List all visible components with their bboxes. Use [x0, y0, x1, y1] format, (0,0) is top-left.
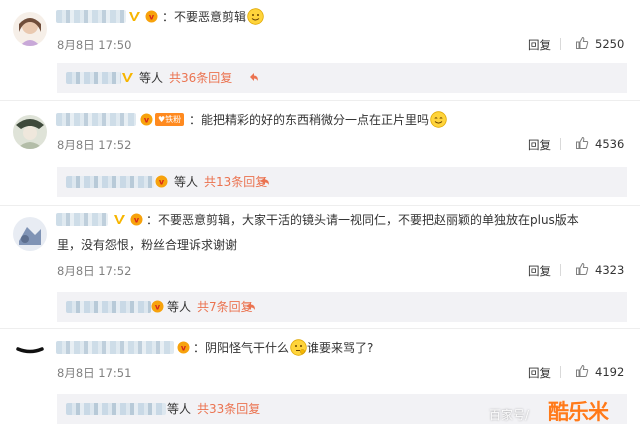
comment-text: ：不要恶意剪辑，大家干活的镜头请一视同仁，不要把赵丽颖的单独放在plus版本 [146, 213, 579, 227]
comment-time: 8月8日 17:51 [57, 366, 132, 380]
thread-suffix: 等人 [167, 402, 192, 416]
reply-arrow-icon [249, 72, 259, 83]
reply-thread-summary[interactable]: v 等人 共13条回复 [57, 167, 627, 197]
like-count: 4536 [595, 137, 625, 151]
divider [560, 264, 561, 276]
avatar[interactable] [13, 334, 47, 368]
svg-text:v: v [149, 13, 155, 22]
username-redacted[interactable] [56, 341, 174, 354]
vip-v-icon [121, 71, 134, 84]
brand-logo-watermark: 酷乐米 [548, 400, 609, 424]
avatar[interactable] [13, 217, 47, 251]
like-count: 4192 [595, 365, 625, 379]
vip-v-icon [113, 213, 126, 226]
member-badge-icon: v [177, 341, 190, 354]
member-badge-icon: v [140, 113, 153, 126]
thread-total-link[interactable]: 共33条回复 [197, 400, 260, 417]
member-badge-icon: v [145, 10, 158, 23]
comment-time: 8月8日 17:52 [57, 264, 132, 278]
comment-divider [0, 205, 640, 206]
reply-thread-summary[interactable]: v 等人 共7条回复 [57, 292, 627, 322]
svg-text:v: v [181, 344, 187, 353]
username-redacted[interactable] [56, 113, 136, 126]
reply-arrow-icon [260, 176, 270, 187]
smile-emoji-icon [430, 111, 447, 128]
avatar[interactable] [13, 12, 47, 46]
reply-button[interactable]: 回复 [528, 137, 551, 153]
reply-button[interactable]: 回复 [528, 365, 551, 381]
thumbs-up-icon[interactable] [575, 364, 589, 378]
thumbs-up-icon[interactable] [575, 136, 589, 150]
member-badge-icon: v [155, 175, 168, 188]
fan-badge: ♥铁粉 [155, 113, 185, 126]
comment-divider [0, 328, 640, 329]
thread-suffix: 等人 [174, 175, 199, 189]
username-redacted[interactable] [56, 10, 126, 23]
divider [560, 38, 561, 50]
svg-text:v: v [155, 303, 161, 312]
member-badge-icon: v [151, 300, 164, 313]
divider [560, 366, 561, 378]
thumbs-up-icon[interactable] [575, 262, 589, 276]
smile-emoji-icon [247, 8, 264, 25]
divider [560, 138, 561, 150]
comment-divider [0, 100, 640, 101]
thread-total-link[interactable]: 共7条回复 [197, 298, 253, 315]
replier-username-redacted [66, 176, 154, 188]
source-watermark: 百家号/ [489, 408, 530, 422]
reply-button[interactable]: 回复 [528, 37, 551, 53]
thinking-emoji-icon [290, 339, 307, 356]
reply-button[interactable]: 回复 [528, 263, 551, 279]
replier-username-redacted [66, 403, 166, 415]
replier-username-redacted [66, 301, 151, 313]
replier-username-redacted [66, 72, 121, 84]
avatar[interactable] [13, 115, 47, 149]
svg-text:v: v [144, 116, 150, 125]
comment-time: 8月8日 17:52 [57, 138, 132, 152]
comment-time: 8月8日 17:50 [57, 38, 132, 52]
member-badge-icon: v [130, 213, 143, 226]
svg-text:v: v [159, 178, 165, 187]
reply-thread-summary[interactable]: 等人 共33条回复 [57, 394, 627, 424]
like-count: 5250 [595, 37, 625, 51]
thread-total-link[interactable]: 共13条回复 [204, 173, 267, 190]
like-count: 4323 [595, 263, 625, 277]
vip-v-icon [128, 10, 141, 23]
thread-total-link[interactable]: 共36条回复 [169, 69, 232, 86]
thread-suffix: 等人 [139, 71, 164, 85]
thumbs-up-icon[interactable] [575, 36, 589, 50]
comment-text: ：阴阳怪气干什么 谁要来骂了? [193, 339, 374, 356]
reply-arrow-icon [246, 301, 256, 312]
comment-text: ：不要恶意剪辑 [162, 6, 264, 28]
comment-text: ：能把精彩的好的东西稍微分一点在正片里吗 [189, 109, 447, 131]
comment-text-continued: 里，没有怨恨，粉丝合理诉求谢谢 [57, 238, 238, 252]
reply-thread-summary[interactable]: 等人 共36条回复 [57, 63, 627, 93]
username-redacted[interactable] [56, 213, 108, 226]
thread-suffix: 等人 [167, 300, 192, 314]
svg-text:v: v [134, 216, 140, 225]
